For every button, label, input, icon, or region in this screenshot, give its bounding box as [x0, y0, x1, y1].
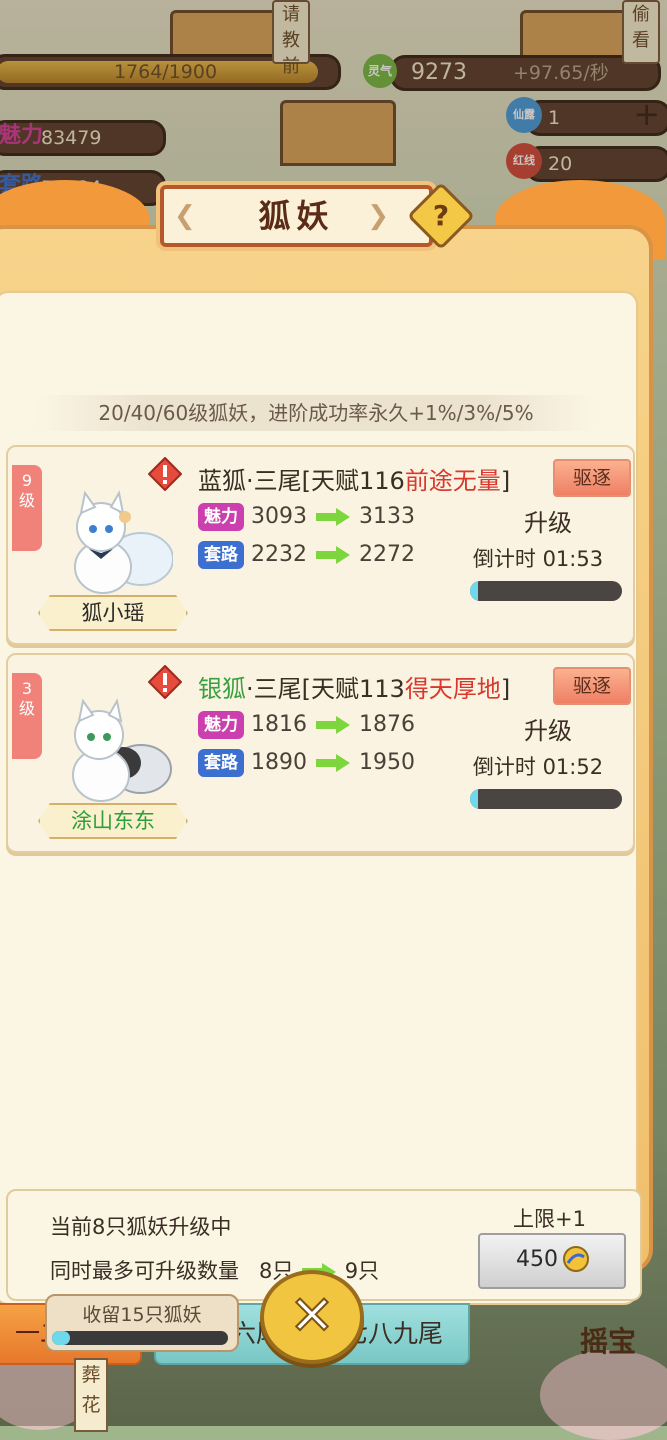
fox-name: 狐小瑶 [38, 595, 188, 631]
shelter-progress-fill [52, 1331, 70, 1345]
fox-level-tag: 9级 [12, 465, 42, 551]
upgrade-progress [470, 789, 622, 809]
title-left-ornament: ❮ [174, 201, 196, 231]
fox-portrait[interactable] [53, 697, 173, 807]
panel-title-box: ❮ 狐妖 ❯ ? [160, 182, 475, 250]
advance-notice: 20/40/60级狐妖，进阶成功率永久+1%/3%/5% [36, 395, 596, 431]
trick-from: 1890 [251, 750, 307, 775]
charm-tag: 魅力 [198, 503, 244, 531]
countdown-text: 倒计时 01:53 [472, 547, 604, 571]
question-icon: ? [432, 199, 450, 232]
fox-panel: 20/40/60级狐妖，进阶成功率永久+1%/3%/5% 9级 狐小瑶 蓝狐·三… [0, 180, 665, 1365]
upgrade-label: 升级 [524, 717, 572, 745]
charm-tag: 魅力 [198, 711, 244, 739]
trick-tag: 套路 [198, 541, 244, 569]
panel-body: 20/40/60级狐妖，进阶成功率永久+1%/3%/5% 9级 狐小瑶 蓝狐·三… [0, 291, 642, 1365]
trick-row: 套路 1890 1950 [198, 749, 415, 779]
shelter-bar[interactable]: 收留15只狐妖 [45, 1294, 239, 1352]
trick-to: 1950 [359, 750, 415, 775]
trick-from: 2232 [251, 542, 307, 567]
fox-card: 3级 涂山东东 银狐·三尾[天赋113得天厚地] 驱逐 魅力 1816 1876… [6, 653, 635, 853]
fox-tail-talent: ·三尾[天赋113 [246, 675, 405, 703]
title-right-ornament: ❯ [367, 201, 389, 231]
increase-limit-button[interactable]: 450 [478, 1233, 626, 1289]
charm-to: 3133 [359, 504, 415, 529]
fox-name: 涂山东东 [38, 803, 188, 839]
countdown-text: 倒计时 01:52 [472, 755, 604, 779]
upgrade-label: 升级 [524, 509, 572, 537]
panel-frame: 20/40/60级狐妖，进阶成功率永久+1%/3%/5% 9级 狐小瑶 蓝狐·三… [0, 225, 653, 1365]
charm-row: 魅力 3093 3133 [198, 503, 415, 533]
bury-flowers-tag[interactable]: 葬花 [74, 1358, 108, 1432]
fox-title-bracket: ] [500, 467, 511, 495]
fox-title: 蓝狐·三尾[天赋116前途无量] [198, 461, 510, 496]
close-button[interactable]: ✕ [260, 1270, 364, 1364]
panel-title: 狐妖 [258, 197, 335, 235]
close-icon: ✕ [288, 1283, 335, 1348]
fox-card: 9级 狐小瑶 蓝狐·三尾[天赋116前途无量] 驱逐 魅力 3093 3133 … [6, 445, 635, 645]
trick-to: 2272 [359, 542, 415, 567]
arrow-right-icon [316, 546, 350, 564]
fox-tail-talent: ·三尾[天赋116 [246, 467, 405, 495]
shelter-text: 收留15只狐妖 [82, 1304, 202, 1326]
arrow-right-icon [316, 754, 350, 772]
max-upgrade-label: 同时最多可升级数量 [50, 1259, 239, 1283]
limit-plus-label: 上限+1 [513, 1207, 586, 1231]
cost-value: 450 [516, 1247, 558, 1272]
upgrade-progress-fill [470, 789, 478, 809]
gold-coin-icon [563, 1246, 589, 1272]
treasure-label[interactable]: 摇宝 [580, 1320, 636, 1360]
fox-level-tag: 3级 [12, 673, 42, 759]
expel-button[interactable]: 驱逐 [553, 667, 631, 705]
fox-kind: 蓝狐 [198, 467, 246, 495]
upgrading-count: 当前8只狐妖升级中 [50, 1215, 232, 1239]
fox-title: 银狐·三尾[天赋113得天厚地] [198, 669, 510, 704]
upgrade-progress [470, 581, 622, 601]
fox-talent-name: 得天厚地 [404, 675, 501, 703]
expel-button[interactable]: 驱逐 [553, 459, 631, 497]
upgrade-progress-fill [470, 581, 478, 601]
shelter-progress [52, 1331, 228, 1345]
charm-to: 1876 [359, 712, 415, 737]
charm-row: 魅力 1816 1876 [198, 711, 415, 741]
charm-from: 1816 [251, 712, 307, 737]
fox-talent-name: 前途无量 [404, 467, 501, 495]
warning-icon[interactable] [148, 665, 182, 699]
trick-tag: 套路 [198, 749, 244, 777]
trick-row: 套路 2232 2272 [198, 541, 415, 571]
fox-title-bracket: ] [500, 675, 511, 703]
fox-portrait[interactable] [53, 489, 173, 599]
arrow-right-icon [316, 508, 350, 526]
arrow-right-icon [316, 716, 350, 734]
charm-from: 3093 [251, 504, 307, 529]
warning-icon[interactable] [148, 457, 182, 491]
fox-kind: 银狐 [198, 675, 246, 703]
